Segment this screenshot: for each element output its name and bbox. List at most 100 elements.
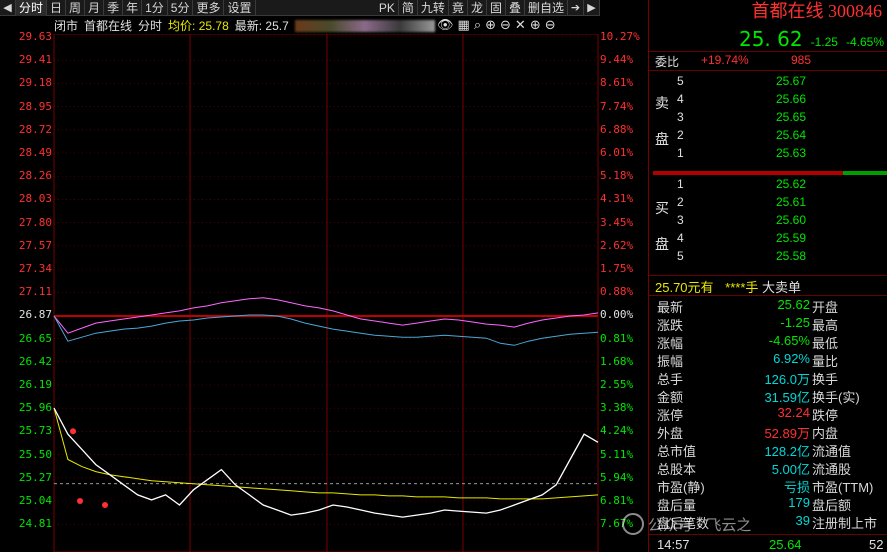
tab-quarter[interactable]: 季	[104, 0, 124, 16]
order-ratio-row: 委比 +19.74% 985	[649, 52, 887, 69]
price-tick-label: 28.49	[18, 146, 52, 159]
watermark-text: 公众号 · 飞云之	[648, 516, 752, 534]
sell-level-4[interactable]: 4 25.66	[649, 92, 887, 110]
buy-level-price: 25.59	[776, 231, 807, 245]
nine-turn-button[interactable]: 九转	[418, 0, 449, 16]
exit-icon[interactable]: ➔	[568, 0, 584, 16]
buy-level-4[interactable]: 4 25.59	[649, 231, 887, 249]
latest-price-label: 最新: 25.7	[234, 19, 289, 33]
sell-level-number: 1	[677, 146, 684, 160]
pin-button[interactable]: 固	[487, 0, 506, 16]
sell-level-price: 25.67	[776, 74, 807, 88]
buy-level-2[interactable]: 2 25.61	[649, 195, 887, 213]
price-tick-label: 25.27	[18, 470, 52, 484]
grid-icon[interactable]: ▦	[458, 17, 470, 34]
big-order-row: 25.70元有 ****手 大卖单	[655, 277, 885, 295]
sell-level-2[interactable]: 2 25.64	[649, 128, 887, 146]
percent-tick-label: 9.44%	[600, 53, 634, 67]
chart-tools: 👁 ▦ ⌕ ⊕ ⊖ ✕ ⊕ ⊖	[437, 17, 556, 34]
sell-level-5[interactable]: 5 25.67	[649, 74, 887, 92]
percent-tick-label: 7.74%	[600, 99, 634, 113]
buy-level-number: 2	[677, 195, 684, 209]
price-tick-label: 26.19	[18, 378, 52, 391]
sell-level-number: 3	[677, 110, 684, 124]
stat-row: 最新 25.62 开盘	[649, 297, 887, 315]
stat-label-right: 内盘	[812, 426, 839, 441]
tab-more[interactable]: 更多	[193, 0, 225, 16]
period-toolbar: ◀ 分时 日 周 月 季 年 1分 5分 更多 设置 PK 简 九转 竟 龙 固…	[0, 0, 600, 16]
stat-row: 涨幅 -4.65% 最低	[649, 333, 887, 351]
percent-tick-label: 4.31%	[600, 192, 634, 206]
price-tick-label: 25.73	[18, 424, 52, 438]
tab-5min[interactable]: 5分	[168, 0, 194, 16]
stat-label: 总市值	[657, 444, 697, 459]
tab-day[interactable]: 日	[47, 0, 67, 16]
price-tick-label: 27.57	[18, 238, 52, 252]
stat-label-right: 换手	[812, 372, 839, 387]
chart-mode: 分时	[138, 19, 163, 33]
search-icon[interactable]: ⌕	[474, 17, 481, 34]
tab-month[interactable]: 月	[85, 0, 105, 16]
cross-icon[interactable]: ✕	[515, 17, 526, 34]
stat-value: 5.00亿	[771, 462, 810, 477]
percent-tick-label: 6.01%	[600, 146, 634, 159]
price-tick-label: 26.87	[18, 308, 52, 322]
stat-row: 总手 126.0万 换手	[649, 369, 887, 387]
big-order-qty: ****手	[725, 280, 759, 295]
sell-level-3[interactable]: 3 25.65	[649, 110, 887, 128]
stat-value: 128.2亿	[764, 444, 810, 459]
blurred-region	[294, 19, 435, 32]
price-tick-label: 26.65	[18, 331, 52, 345]
stock-title: 首都在线 300846	[751, 1, 883, 21]
collapse-left-icon[interactable]: ◀	[0, 0, 16, 16]
zoom-out-icon[interactable]: ⊖	[500, 17, 511, 34]
price-tick-label: 26.42	[18, 354, 52, 368]
tab-week[interactable]: 周	[66, 0, 86, 16]
divider	[649, 295, 887, 296]
tab-1min[interactable]: 1分	[142, 0, 168, 16]
auction-button[interactable]: 竟	[449, 0, 468, 16]
buy-level-5[interactable]: 5 25.58	[649, 249, 887, 267]
buy-level-1[interactable]: 1 25.62	[649, 177, 887, 195]
intraday-chart[interactable]: 29.63 29.41 29.18 28.95 28.72 28.49 28.26 28.03…	[0, 30, 640, 552]
stat-label: 总股本	[657, 462, 697, 477]
percent-tick-label: 5.11%	[600, 447, 634, 461]
dragon-button[interactable]: 龙	[468, 0, 487, 16]
minus-icon[interactable]: ⊖	[545, 17, 556, 34]
stat-value: -4.65%	[768, 333, 810, 348]
simple-button[interactable]: 简	[399, 0, 418, 16]
percent-tick-label: 8.61%	[600, 76, 634, 90]
pk-button[interactable]: PK	[376, 0, 399, 16]
remove-watchlist-button[interactable]: 删自选	[525, 0, 568, 16]
eye-icon[interactable]: 👁	[437, 17, 454, 34]
tab-year[interactable]: 年	[123, 0, 143, 16]
price-tick-label: 27.34	[18, 262, 52, 275]
divider	[649, 275, 887, 276]
price-tick-label: 25.96	[18, 401, 52, 415]
stat-value: -1.25	[780, 315, 810, 330]
buy-level-3[interactable]: 3 25.60	[649, 213, 887, 231]
price-tick-label: 28.03	[18, 192, 52, 206]
watermark: 公众号 · 飞云之	[622, 502, 882, 546]
divider	[649, 70, 887, 71]
order-ratio-value: +19.74%	[701, 53, 749, 67]
tab-settings[interactable]: 设置	[224, 0, 256, 16]
expand-right-icon[interactable]: ▶	[584, 0, 600, 16]
market-status: 闭市	[54, 19, 79, 33]
stat-value: 31.59亿	[764, 390, 810, 405]
price-tick-label: 29.41	[18, 53, 52, 67]
stat-value: 6.92%	[773, 351, 810, 366]
add-icon[interactable]: ⊕	[530, 17, 541, 34]
price-tick-label: 28.95	[18, 99, 52, 113]
price-change: -1.25	[810, 35, 838, 49]
buy-level-price: 25.61	[776, 195, 807, 209]
sell-level-price: 25.64	[776, 128, 807, 142]
zoom-in-icon[interactable]: ⊕	[485, 17, 496, 34]
big-order-price: 25.70元有	[655, 280, 714, 295]
overlay-button[interactable]: 叠	[506, 0, 525, 16]
price-change-pct: -4.65%	[845, 35, 884, 49]
tab-intraday[interactable]: 分时	[16, 0, 48, 16]
sell-level-1[interactable]: 1 25.63	[649, 146, 887, 164]
stat-value: 25.62	[777, 297, 810, 312]
sell-level-price: 25.63	[776, 146, 807, 160]
